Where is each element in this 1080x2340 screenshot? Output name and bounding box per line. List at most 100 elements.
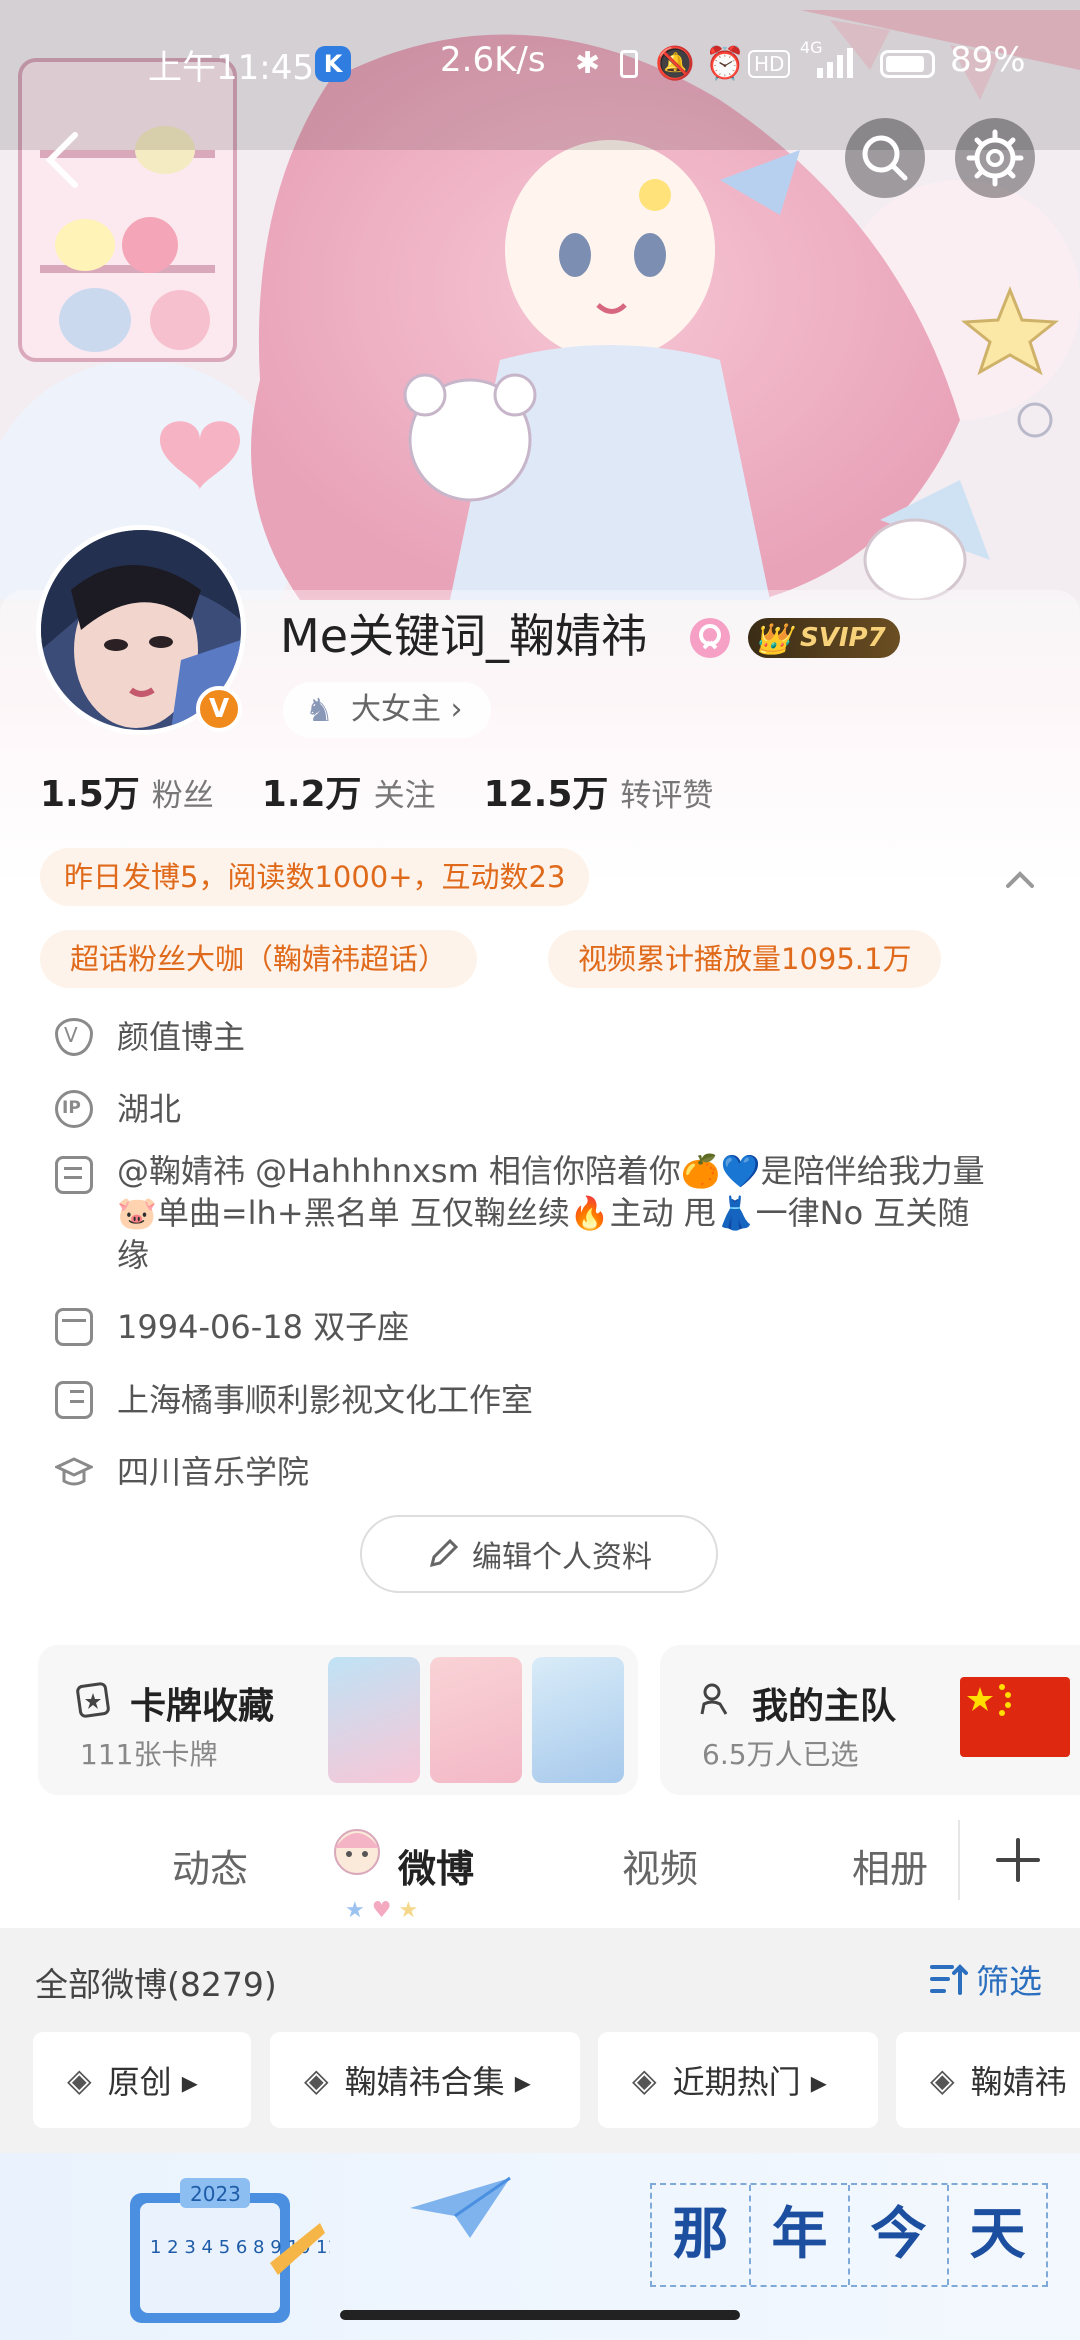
svip-badge[interactable]: 👑 SVIP7: [748, 618, 900, 658]
alarm-icon: ⏰: [705, 44, 745, 82]
net-speed: 2.6K/s: [440, 40, 546, 80]
team-icon: [700, 1683, 728, 1715]
card-team-sub: 6.5万人已选: [702, 1738, 859, 1771]
feed-count-label: 全部微博(8279): [35, 1965, 277, 2004]
role-figure-icon: ♞: [305, 691, 334, 729]
chip-original-label: 原创 ▸: [107, 2063, 198, 2101]
plus-icon: [996, 1838, 1040, 1882]
info-title-text: 颜值博主: [117, 1018, 246, 1056]
battery-percent: 89%: [950, 40, 1026, 80]
verified-icon: V: [55, 1018, 93, 1056]
tab-bar: 动态 微博 ★ ♥ ★ 视频 相册: [0, 1810, 1080, 1928]
tab-album[interactable]: 相册: [852, 1838, 928, 1893]
settings-button[interactable]: [955, 118, 1035, 198]
bluetooth-icon: ✱: [575, 46, 601, 81]
mascot-icon: [322, 1822, 392, 1892]
edit-profile-button[interactable]: 编辑个人资料: [360, 1515, 718, 1593]
tab-weibo[interactable]: 微博: [398, 1838, 474, 1893]
layers-icon: ◈: [67, 2061, 92, 2099]
card-thumb-3: [532, 1657, 624, 1783]
tab-video[interactable]: 视频: [622, 1838, 698, 1893]
card-icon: [76, 1682, 110, 1718]
card-collection-title: 卡牌收藏: [130, 1686, 275, 1727]
stat-fans-count: 1.5万: [40, 774, 140, 815]
tab-divider: [958, 1820, 960, 1900]
card-thumb-1: [328, 1657, 420, 1783]
info-ip-text: 湖北: [117, 1090, 182, 1128]
calendar-illustration: 2023 1 2 3 4 5 6 8 9 10 11 12: [130, 2178, 330, 2323]
info-row-birthday: 1994-06-18 双子座: [55, 1302, 409, 1362]
status-bar: 上午11:45 K 2.6K/s ✱ 🔕 ⏰ HD 4G 89%: [0, 0, 1080, 120]
banner-char-1: 那: [652, 2185, 751, 2285]
banner-title: 那 年 今 天: [650, 2183, 1048, 2287]
banner-char-4: 天: [969, 2202, 1026, 2267]
info-company-text: 上海橘事顺利影视文化工作室: [117, 1381, 534, 1419]
add-tab-button[interactable]: [988, 1830, 1048, 1890]
back-button[interactable]: [30, 120, 100, 200]
stat-following[interactable]: 1.2万 关注: [262, 765, 436, 817]
bio-icon: [55, 1156, 93, 1194]
banner-char-2: 年: [751, 2185, 850, 2285]
chip-more-label: 鞠婧祎: [970, 2063, 1067, 2101]
china-flag-icon: [960, 1677, 1070, 1757]
svip-level: SVIP7: [800, 623, 886, 653]
filter-label: 筛选: [976, 1962, 1042, 2001]
layers-icon: ◈: [930, 2061, 955, 2099]
search-button[interactable]: [845, 118, 925, 198]
verified-v-badge: V: [196, 686, 242, 732]
info-row-bio: @鞠婧祎 @Hahhhnxsm 相信你陪着你🍊💙是陪伴给我力量🐷单曲=lh+黑名…: [55, 1150, 1005, 1274]
filter-button[interactable]: 筛选: [928, 1955, 1042, 2003]
layers-icon: ◈: [304, 2061, 329, 2099]
collapse-chevron-icon[interactable]: [1000, 858, 1040, 898]
info-row-ip: IP 湖北: [55, 1084, 181, 1144]
card-collection-sub: 111张卡牌: [80, 1738, 218, 1771]
activity-note[interactable]: 昨日发博5，阅读数1000+，互动数23: [40, 848, 590, 906]
calendar-year: 2023: [190, 2182, 241, 2206]
signal-icon: [815, 46, 855, 87]
hd-icon: HD: [748, 50, 791, 78]
gear-icon: [966, 129, 1024, 187]
card-collection[interactable]: 卡牌收藏 111张卡牌: [38, 1645, 638, 1795]
chip-collection-label: 鞠婧祎合集 ▸: [344, 2063, 531, 2101]
stat-fans-label: 粉丝: [151, 778, 214, 814]
card-team-title: 我的主队: [752, 1686, 897, 1727]
company-icon: [55, 1381, 93, 1419]
tab-decor-stars: ★ ♥ ★: [345, 1898, 419, 1923]
stats-row: 1.5万 粉丝 1.2万 关注 12.5万 转评赞: [40, 765, 713, 817]
info-bio-text: @鞠婧祎 @Hahhhnxsm 相信你陪着你🍊💙是陪伴给我力量🐷单曲=lh+黑名…: [117, 1152, 985, 1274]
tag-video-plays[interactable]: 视频累计播放量1095.1万: [548, 930, 942, 988]
role-tag-button[interactable]: ♞ 大女主 ›: [283, 682, 491, 738]
battery-icon: [880, 50, 935, 78]
stat-fans[interactable]: 1.5万 粉丝: [40, 765, 214, 817]
banner-char-3: 今: [850, 2185, 949, 2285]
chip-original[interactable]: ◈ 原创 ▸: [33, 2032, 251, 2128]
vibrate-icon: [620, 50, 638, 78]
pencil-icon: [429, 1538, 459, 1568]
ip-location-icon: IP: [55, 1090, 93, 1128]
info-row-title: V 颜值博主: [55, 1012, 245, 1072]
tag-super-fan[interactable]: 超话粉丝大咖（鞠婧祎超话）: [40, 930, 478, 988]
search-icon: [862, 135, 908, 181]
calendar-icon: [55, 1308, 93, 1346]
info-row-school: 四川音乐学院: [53, 1447, 310, 1507]
info-school-text: 四川音乐学院: [117, 1453, 310, 1491]
paper-plane-icon: [410, 2176, 511, 2238]
tab-feed[interactable]: 动态: [172, 1838, 248, 1893]
role-tag-label: 大女主 ›: [351, 692, 463, 727]
mute-icon: 🔕: [655, 44, 695, 82]
layers-icon: ◈: [632, 2061, 657, 2099]
school-icon: [53, 1453, 95, 1491]
stat-following-count: 1.2万: [261, 774, 362, 815]
stat-likes-label: 转评赞: [620, 778, 714, 814]
card-home-team[interactable]: 我的主队 6.5万人已选: [660, 1645, 1080, 1795]
chip-collection[interactable]: ◈ 鞠婧祎合集 ▸: [270, 2032, 580, 2128]
stat-following-label: 关注: [373, 778, 436, 814]
chip-more[interactable]: ◈ 鞠婧祎: [896, 2032, 1080, 2128]
chip-trending[interactable]: ◈ 近期热门 ▸: [598, 2032, 878, 2128]
stat-likes-count: 12.5万: [483, 774, 609, 815]
filter-icon: [930, 1964, 968, 1995]
home-indicator[interactable]: [340, 2310, 740, 2320]
k-app-badge: K: [315, 46, 351, 82]
stat-likes[interactable]: 12.5万 转评赞: [484, 765, 714, 817]
status-time: 上午11:45: [148, 48, 314, 88]
